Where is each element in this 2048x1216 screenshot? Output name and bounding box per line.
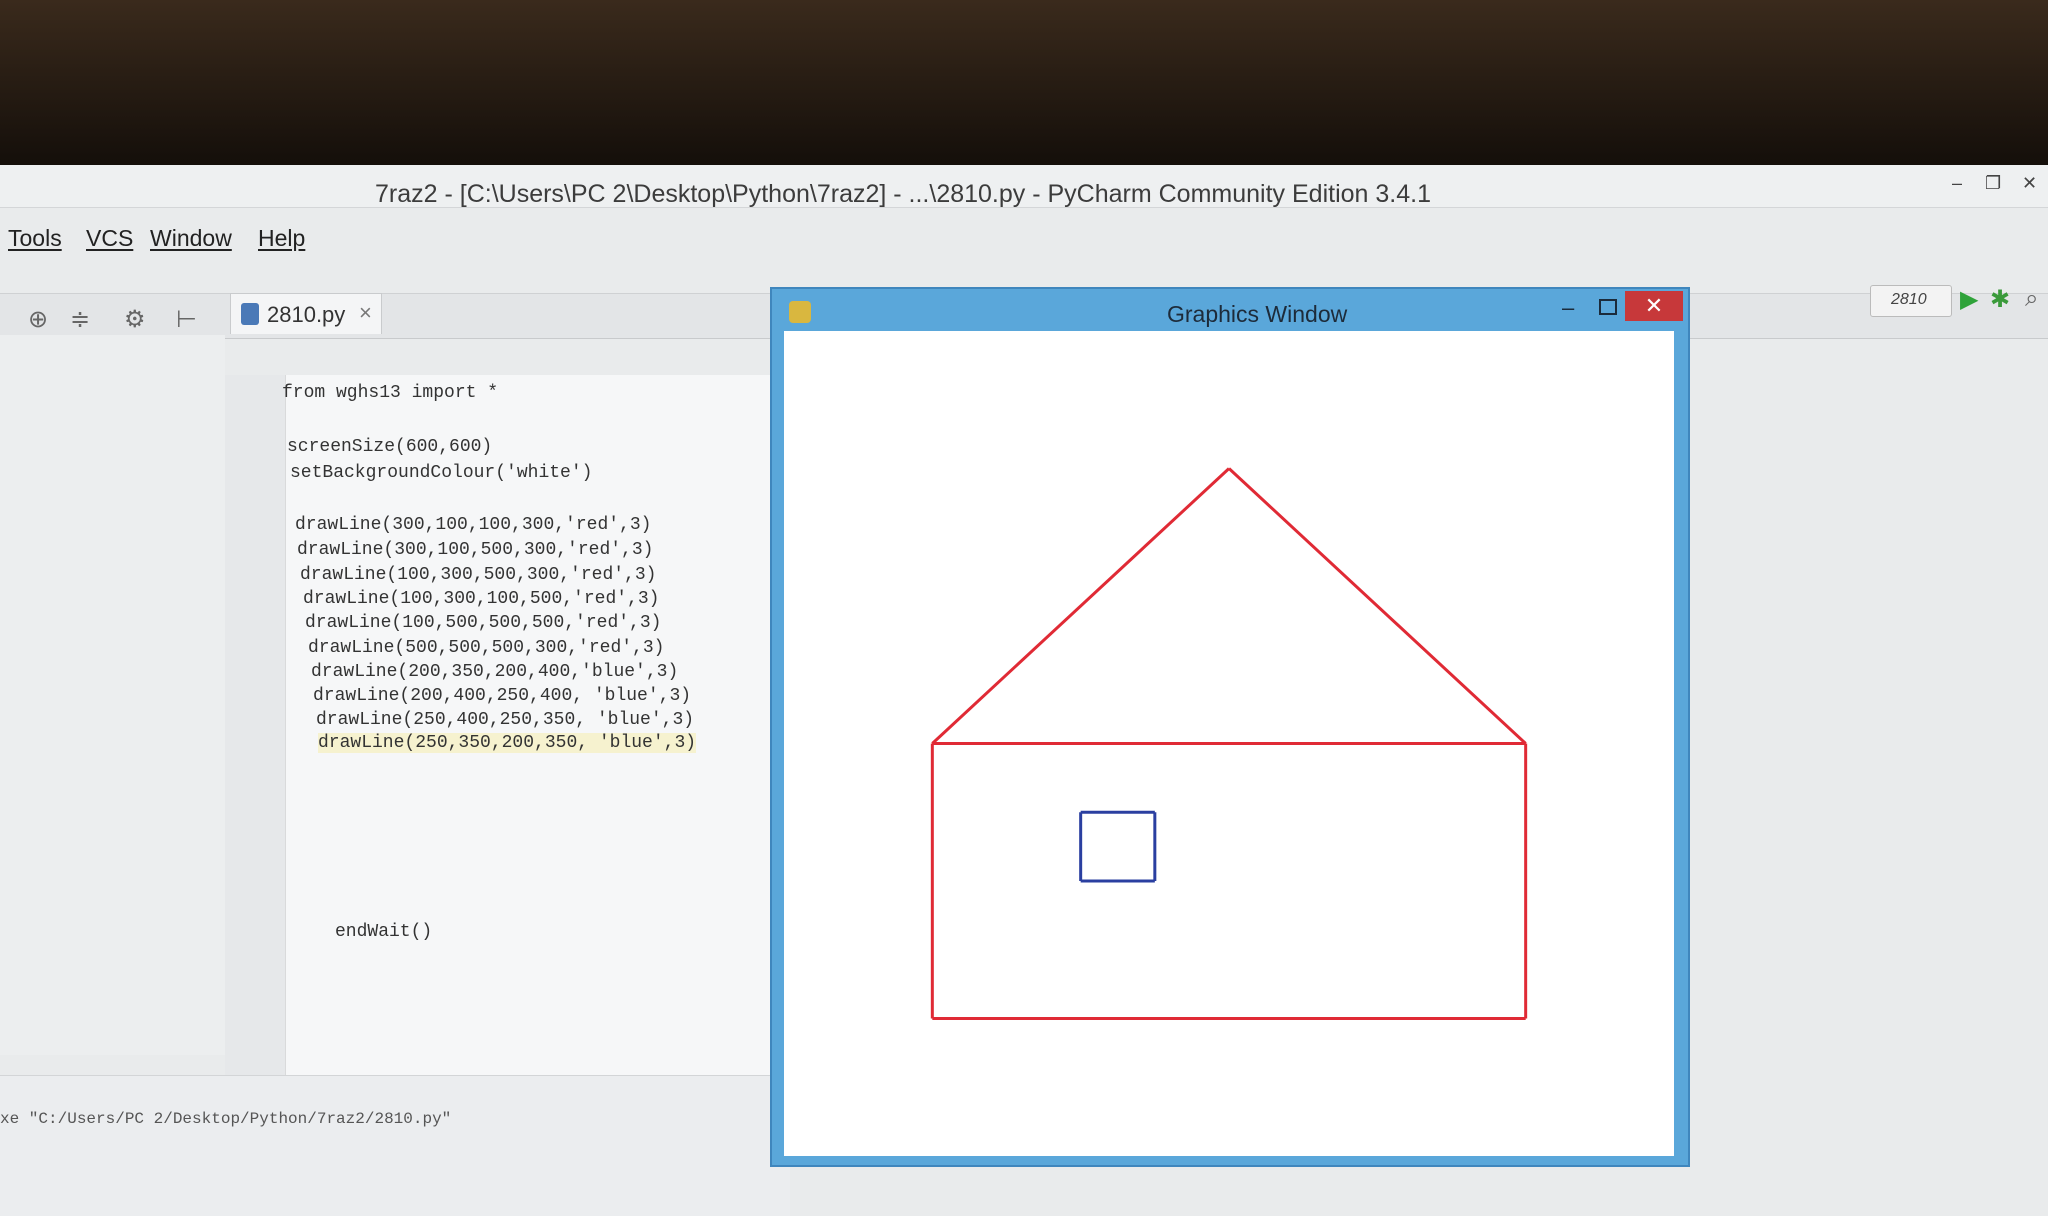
menu-window[interactable]: Window — [150, 225, 232, 252]
monitor-bezel — [0, 0, 2048, 175]
graphics-window-frame: Graphics Window – ✕ — [770, 287, 1690, 1167]
graphics-window-title: Graphics Window — [1167, 301, 1348, 327]
graphics-minimize-button[interactable]: – — [1562, 295, 1574, 321]
search-icon[interactable]: ⌕ — [2025, 285, 2038, 313]
editor-gutter — [225, 375, 286, 1075]
graphics-close-button[interactable]: ✕ — [1625, 291, 1683, 321]
code-line: from wghs13 import * — [282, 383, 499, 403]
collapse-icon[interactable]: ≑ — [70, 305, 90, 334]
window-title: 7raz2 - [C:\Users\PC 2\Desktop\Python\7r… — [375, 180, 1431, 208]
tab-2810-py[interactable]: 2810.py × — [230, 293, 382, 334]
run-config-select[interactable]: 2810 — [1870, 285, 1952, 317]
code-line: drawLine(100,500,500,500,'red',3) — [305, 613, 662, 633]
gear-icon[interactable]: ⚙ — [124, 305, 146, 334]
code-line: drawLine(100,300,100,500,'red',3) — [303, 589, 660, 609]
house-line-0 — [931, 467, 1231, 745]
hide-panel-icon[interactable]: ⊢ — [176, 305, 197, 334]
code-line: endWait() — [335, 922, 433, 942]
code-line: screenSize(600,600) — [287, 437, 493, 457]
target-icon[interactable]: ⊕ — [28, 305, 48, 334]
code-line: drawLine(300,100,500,300,'red',3) — [297, 540, 654, 560]
code-line: drawLine(100,300,500,300,'red',3) — [300, 565, 657, 585]
code-line: drawLine(300,100,100,300,'red',3) — [295, 515, 652, 535]
code-line: drawLine(200,350,200,400,'blue',3) — [311, 662, 679, 682]
drawing-canvas — [784, 331, 1674, 1156]
python-file-icon — [241, 303, 259, 325]
code-line: drawLine(250,400,250,350, 'blue',3) — [316, 710, 695, 730]
minimize-button[interactable]: – — [1952, 173, 1962, 194]
code-line-current: drawLine(250,350,200,350, 'blue',3) — [318, 733, 697, 753]
project-panel — [0, 335, 225, 1055]
maximize-button[interactable]: ❐ — [1985, 173, 2001, 194]
menu-vcs[interactable]: VCS — [86, 225, 133, 252]
graphics-maximize-button[interactable] — [1599, 299, 1617, 315]
debug-icon[interactable]: ✱ — [1990, 285, 2010, 314]
graphics-window: Graphics Window – ✕ — [770, 287, 1690, 1167]
menu-bar — [0, 223, 2048, 267]
code-line: drawLine(500,500,500,300,'red',3) — [308, 638, 665, 658]
tab-label: 2810.py — [267, 302, 346, 327]
menu-help[interactable]: Help — [258, 225, 305, 252]
run-icon[interactable]: ▶ — [1960, 285, 1978, 314]
house-drawing — [930, 467, 1528, 1020]
console-command: xe "C:/Users/PC 2/Desktop/Python/7raz2/2… — [0, 1110, 452, 1128]
pycharm-window: 7raz2 - [C:\Users\PC 2\Desktop\Python\7r… — [0, 165, 2048, 1216]
tab-close-icon[interactable]: × — [359, 300, 372, 326]
house-line-1 — [1227, 467, 1527, 745]
code-line: drawLine(200,400,250,400, 'blue',3) — [313, 686, 692, 706]
close-button[interactable]: ✕ — [2022, 173, 2037, 194]
run-console — [0, 1075, 790, 1216]
menu-tools[interactable]: Tools — [8, 225, 62, 252]
python-app-icon — [789, 301, 811, 323]
code-line: setBackgroundColour('white') — [290, 463, 593, 483]
run-config-label: 2810 — [1891, 291, 1927, 308]
